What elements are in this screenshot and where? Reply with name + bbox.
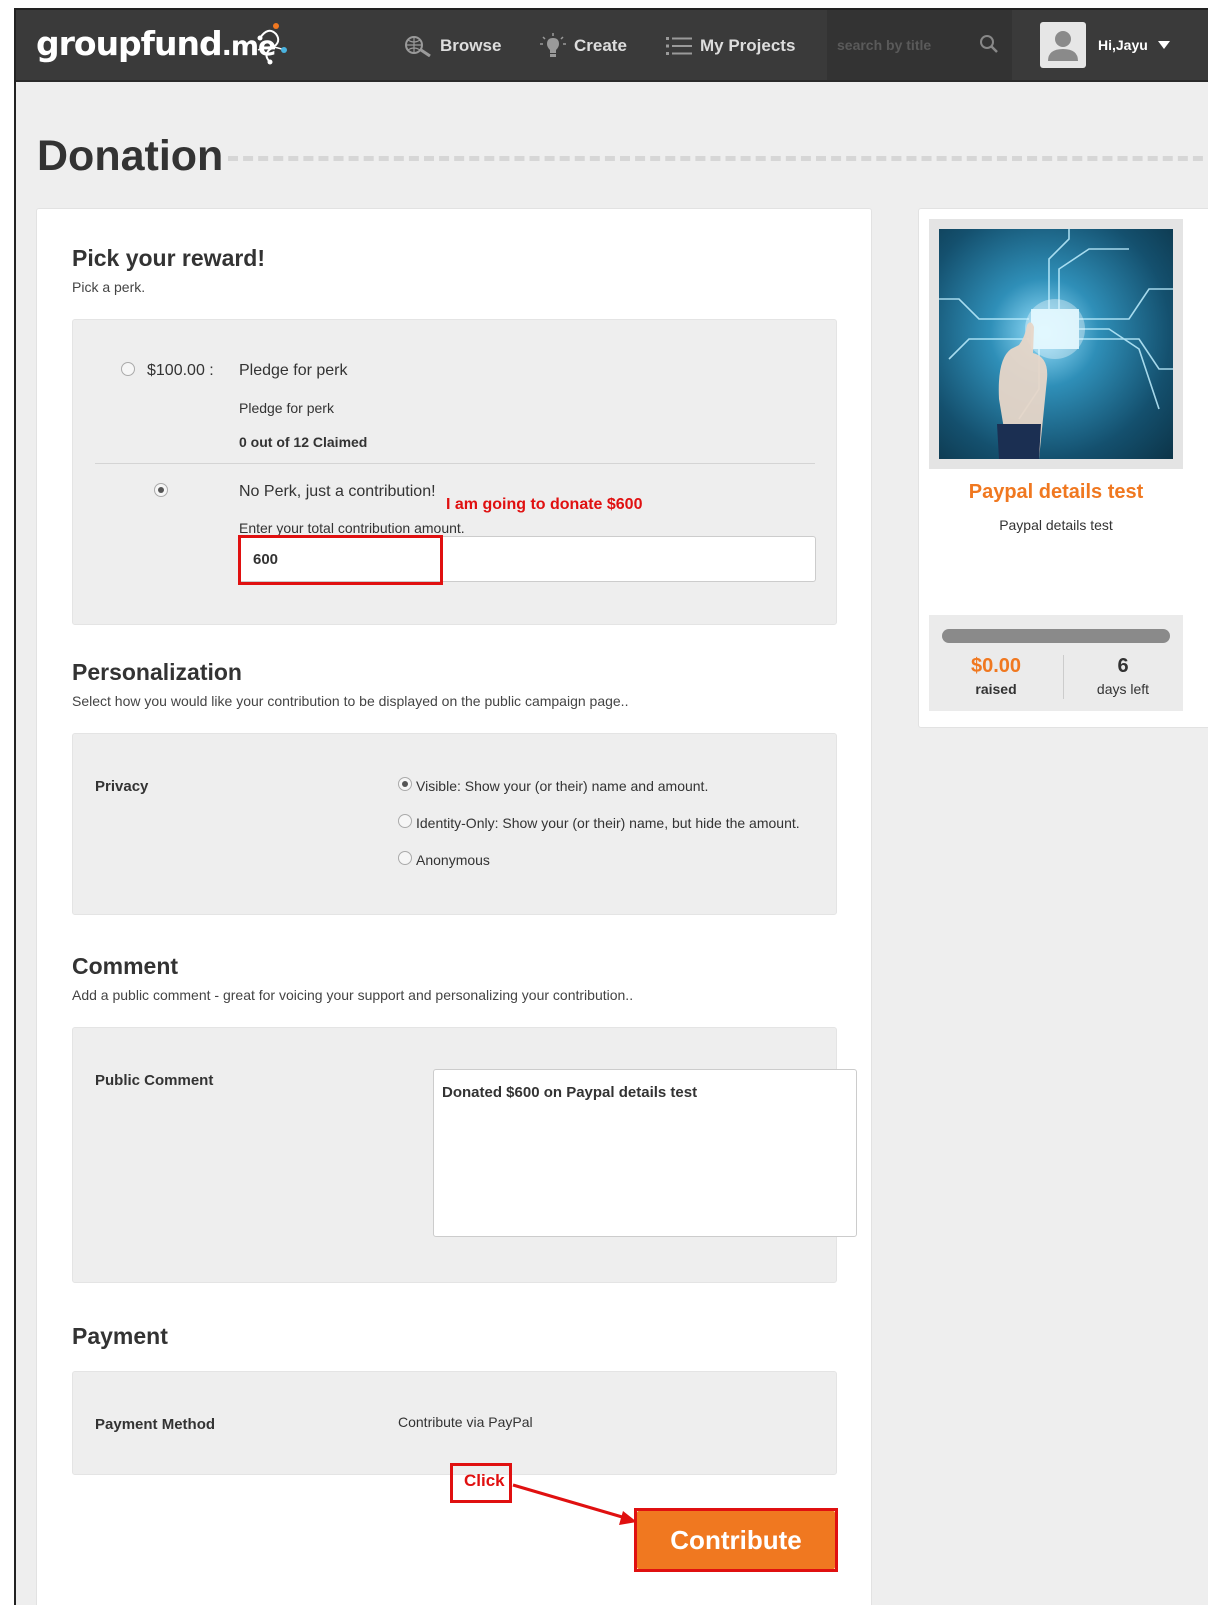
top-navbar: groupfund.me Browse Create My Projects s… [16,10,1208,82]
privacy-anonymous-label[interactable]: Anonymous [416,852,490,868]
funding-progress-bar [942,629,1170,643]
payment-method-label: Payment Method [95,1416,216,1433]
campaign-summary-card[interactable]: Paypal details test Paypal details test … [918,208,1208,728]
nav-create[interactable]: Create [540,30,627,62]
payment-panel: Payment Method Contribute via PayPal [72,1371,837,1475]
donate-annotation: I am going to donate $600 [446,496,643,513]
public-comment-label: Public Comment [95,1072,214,1089]
comment-subtitle: Add a public comment - great for voicing… [72,987,634,1003]
campaign-image[interactable] [939,229,1173,459]
days-left-label: days left [1096,681,1150,697]
privacy-visible-radio[interactable] [398,777,412,791]
privacy-visible-label[interactable]: Visible: Show your (or their) name and a… [416,778,708,794]
perk-claimed-count: 0 out of 12 Claimed [239,434,368,450]
raised-label: raised [975,681,1017,697]
perk-description: Pledge for perk [239,400,334,416]
personalization-title: Personalization [72,659,242,685]
privacy-identity-radio[interactable] [398,814,412,828]
perk-price: $100.00 : [147,362,214,379]
donation-form-card: Pick your reward! Pick a perk. $100.00 :… [36,208,872,1605]
contribute-highlight-box [634,1508,838,1572]
nav-my-projects-label: My Projects [700,36,796,55]
user-menu[interactable]: Hi,Jayu [1040,20,1170,70]
nav-browse[interactable]: Browse [404,30,501,62]
click-annotation: Click [464,1471,505,1490]
lightbulb-icon [540,33,566,57]
avatar[interactable] [1040,22,1086,68]
search-input[interactable] [837,32,967,58]
chevron-down-icon[interactable] [1157,41,1170,49]
campaign-subtitle: Paypal details test [999,517,1113,533]
days-left-value: 6 [1117,655,1129,677]
campaign-image-frame[interactable] [929,219,1183,469]
privacy-anonymous-radio[interactable] [398,851,412,865]
logo-molecule-icon [257,23,287,65]
logo-text: groupfund [36,24,223,63]
public-comment-textarea[interactable]: Donated $600 on Paypal details test [433,1069,857,1237]
nav-browse-label: Browse [440,36,502,55]
raised-amount: $0.00 [970,655,1022,677]
comment-title: Comment [72,953,179,979]
perk-radio[interactable] [121,362,135,376]
groupfund-logo[interactable]: groupfund.me [36,24,276,63]
nav-create-label: Create [574,36,627,55]
reward-panel: $100.00 : Pledge for perk Pledge for per… [72,319,837,625]
globe-search-icon [405,36,431,57]
privacy-identity-label[interactable]: Identity-Only: Show your (or their) name… [416,815,800,831]
browser-frame: groupfund.me Browse Create My Projects s… [14,8,1208,1605]
user-silhouette-icon [1048,31,1078,61]
comment-panel: Public Comment Donated $600 on Paypal de… [72,1027,857,1283]
privacy-panel: Privacy Visible: Show your (or their) na… [72,733,837,915]
search-icon[interactable] [979,34,999,54]
search-bar [827,10,1012,80]
reward-section-title: Pick your reward! [72,245,266,271]
title-divider [228,156,1208,161]
circuit-hand-image-icon [939,229,1173,459]
payment-method-value: Contribute via PayPal [398,1414,533,1430]
no-perk-label: No Perk, just a contribution! [239,483,436,500]
no-perk-radio[interactable] [154,483,168,497]
list-icon [666,37,692,55]
annotation-arrow-icon [512,1483,637,1525]
campaign-stats: $0.00 raised 6 days left [929,615,1183,711]
amount-highlight-box [238,535,443,585]
nav-my-projects[interactable]: My Projects [666,30,795,62]
privacy-label: Privacy [95,778,149,795]
page-title: Donation [37,132,224,180]
amount-label: Enter your total contribution amount. [239,520,465,536]
reward-section-subtitle: Pick a perk. [72,279,146,295]
perk-divider [95,463,815,464]
campaign-title[interactable]: Paypal details test [919,481,1193,504]
perk-name: Pledge for perk [239,362,348,379]
payment-title: Payment [72,1323,168,1349]
user-greeting[interactable]: Hi,Jayu [1098,37,1148,53]
personalization-subtitle: Select how you would like your contribut… [72,693,629,709]
